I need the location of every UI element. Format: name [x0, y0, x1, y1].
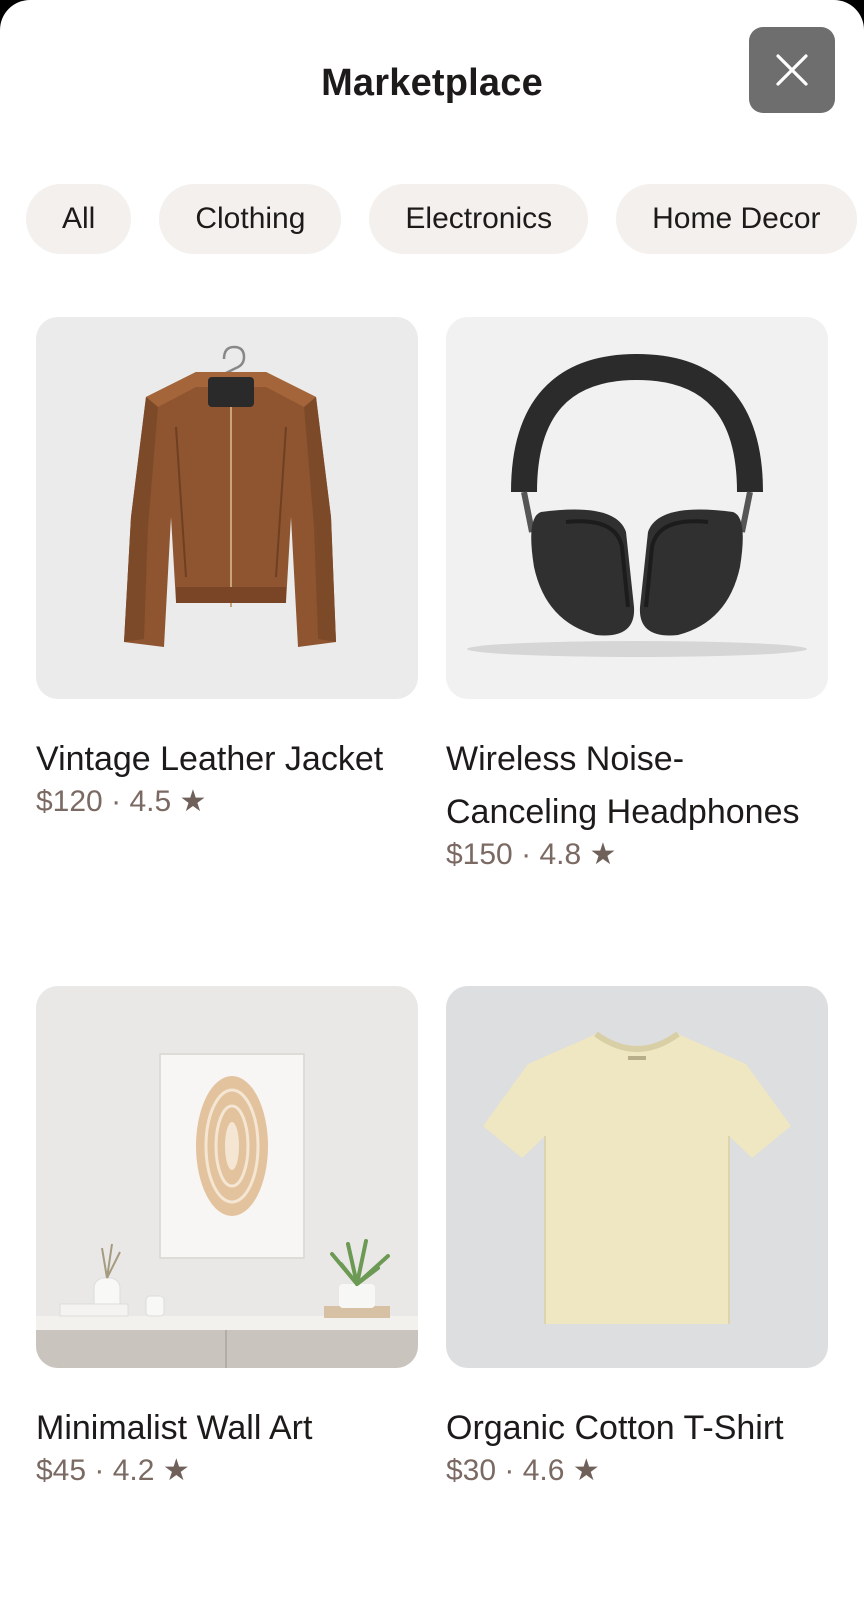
category-chip-electronics[interactable]: Electronics — [369, 184, 589, 254]
product-name: Minimalist Wall Art — [36, 1409, 313, 1447]
marketplace-sheet: Marketplace All Clothing Electronics Hom… — [0, 0, 864, 1600]
product-rating: 4.8 — [539, 838, 582, 871]
product-card-wall-art[interactable]: Minimalist Wall Art $45 · 4.2 ★ — [36, 986, 418, 1491]
meta-separator: · — [521, 838, 532, 871]
headphones-image — [446, 317, 828, 699]
product-rating: 4.6 — [522, 1454, 565, 1487]
product-name: Vintage Leather Jacket — [36, 740, 384, 778]
star-icon: ★ — [179, 785, 207, 818]
leather-jacket-image — [36, 317, 418, 699]
product-meta: $45 · 4.2 ★ — [36, 1451, 418, 1491]
product-price: $45 — [36, 1454, 87, 1487]
close-button[interactable] — [749, 27, 835, 113]
product-card-headphones[interactable]: Wireless Noise-Canceling Headphones $150… — [446, 317, 828, 875]
product-meta: $30 · 4.6 ★ — [446, 1451, 828, 1491]
meta-separator: · — [111, 785, 122, 818]
header: Marketplace — [0, 0, 864, 150]
product-rating: 4.2 — [112, 1454, 155, 1487]
product-card-leather-jacket[interactable]: Vintage Leather Jacket $120 · 4.5 ★ — [36, 317, 418, 822]
product-price: $120 — [36, 785, 103, 818]
star-icon: ★ — [589, 838, 617, 871]
product-meta: $120 · 4.5 ★ — [36, 782, 418, 822]
category-chips: All Clothing Electronics Home Decor — [26, 184, 864, 254]
star-icon: ★ — [572, 1454, 600, 1487]
product-price: $30 — [446, 1454, 497, 1487]
close-icon — [776, 54, 808, 86]
star-icon: ★ — [162, 1454, 190, 1487]
product-meta: $150 · 4.8 ★ — [446, 835, 828, 875]
category-chip-clothing[interactable]: Clothing — [159, 184, 342, 254]
category-chip-all[interactable]: All — [26, 184, 132, 254]
product-price: $150 — [446, 838, 513, 871]
category-chip-home-decor[interactable]: Home Decor — [616, 184, 857, 254]
product-name: Organic Cotton T-Shirt — [446, 1409, 784, 1447]
wall-art-image — [36, 986, 418, 1368]
page-title: Marketplace — [321, 62, 543, 104]
product-rating: 4.5 — [129, 785, 172, 818]
meta-separator: · — [504, 1454, 515, 1487]
product-name: Wireless Noise-Canceling Headphones — [446, 740, 800, 831]
tshirt-image — [446, 986, 828, 1368]
meta-separator: · — [94, 1454, 105, 1487]
product-card-tshirt[interactable]: Organic Cotton T-Shirt $30 · 4.6 ★ — [446, 986, 828, 1491]
